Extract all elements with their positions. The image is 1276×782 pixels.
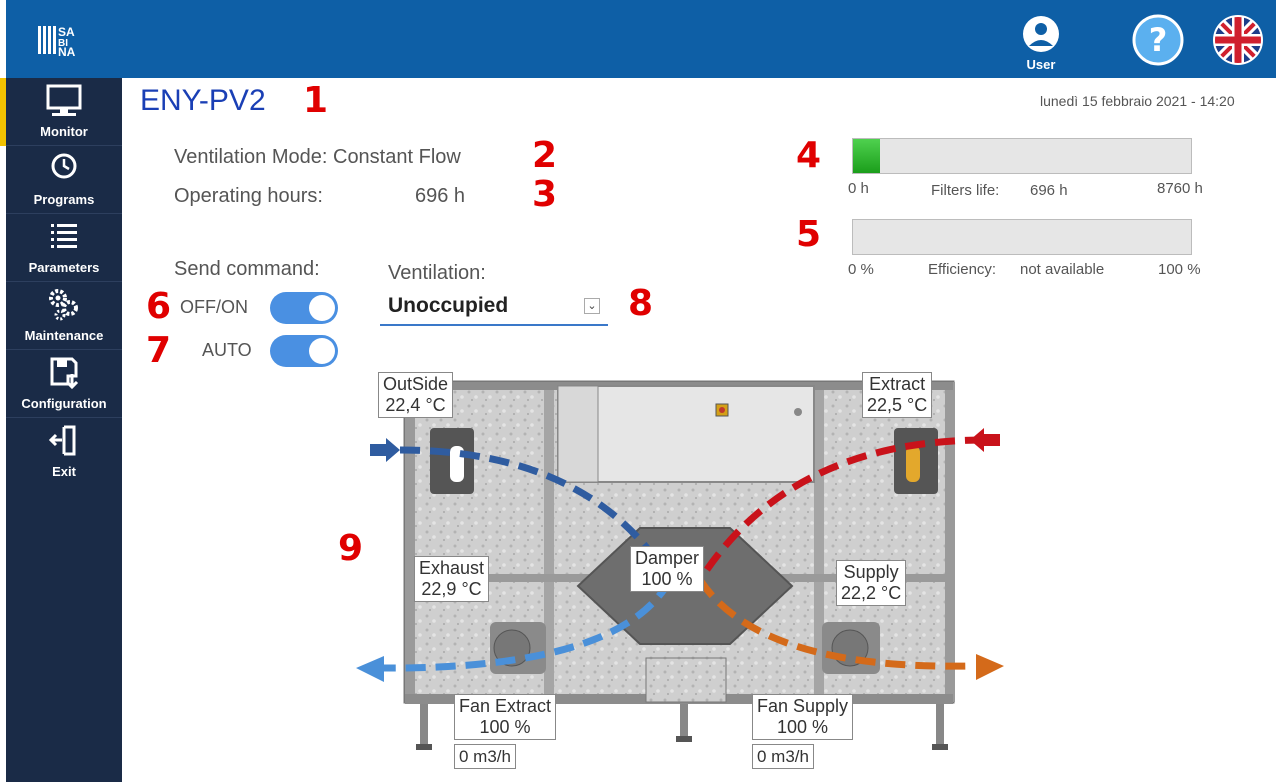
datetime-label: lunedì 15 febbraio 2021 - 14:20 [1040, 93, 1235, 109]
toggle-knob [309, 338, 335, 364]
extract-name: Extract [869, 374, 926, 394]
outside-temperature-tag: OutSide 22,4 °C [378, 372, 454, 418]
help-icon: ? [1132, 14, 1184, 66]
efficiency-value: not available [1020, 261, 1105, 278]
gears-icon [49, 289, 78, 321]
exit-icon [48, 425, 76, 456]
svg-text:SA: SA [58, 25, 75, 39]
off-on-toggle[interactable] [270, 292, 338, 324]
user-icon [1023, 16, 1059, 52]
fan-supply-flow-tag: 0 m3/h [752, 744, 814, 769]
ventilation-mode-label: Ventilation Mode: Constant Flow [174, 146, 461, 168]
operating-hours-value: 696 h [415, 185, 466, 207]
send-command-label: Send command: [174, 258, 320, 280]
outside-value: 22,4 °C [385, 395, 446, 415]
fan-supply-flow: 0 m3/h [757, 747, 809, 766]
annotation-7: 7 [146, 330, 172, 371]
off-on-label: OFF/ON [180, 297, 248, 317]
filters-value: 696 h [1030, 182, 1068, 199]
efficiency-min-label: 0 % [848, 261, 874, 278]
fan-supply-name: Fan Supply [757, 696, 849, 716]
fan-extract-flow: 0 m3/h [459, 747, 511, 766]
annotation-1: 1 [303, 80, 329, 121]
outside-name: OutSide [383, 374, 449, 394]
filters-life-fill [853, 139, 880, 173]
annotation-5: 5 [796, 214, 822, 255]
ventilation-select[interactable]: Unoccupied ⌄ [380, 288, 608, 326]
extract-temperature-tag: Extract 22,5 °C [862, 372, 933, 418]
ventilation-select-value: Unoccupied [388, 294, 509, 317]
annotation-4: 4 [796, 135, 822, 176]
fan-extract-flow-tag: 0 m3/h [454, 744, 516, 769]
fan-supply-value: 100 % [777, 717, 829, 737]
sidebar-item-exit[interactable]: Exit [6, 418, 122, 486]
efficiency-max-label: 100 % [1158, 261, 1201, 278]
damper-tag: Damper 100 % [630, 546, 705, 592]
auto-label: AUTO [202, 340, 252, 360]
auto-toggle[interactable] [270, 335, 338, 367]
monitor-icon [46, 84, 82, 116]
supply-name: Supply [843, 562, 899, 582]
supply-value: 22,2 °C [841, 583, 902, 603]
filters-life-bar [852, 138, 1192, 174]
save-config-icon [50, 357, 79, 390]
toggle-knob [309, 295, 335, 321]
damper-name: Damper [635, 548, 700, 568]
list-icon [51, 224, 77, 248]
supply-temperature-tag: Supply 22,2 °C [836, 560, 907, 606]
svg-text:?: ? [1149, 21, 1168, 59]
annotation-3: 3 [532, 174, 558, 215]
sidebar-item-configuration[interactable]: Configuration [6, 350, 122, 418]
chevron-down-icon: ⌄ [584, 298, 600, 314]
efficiency-bar [852, 219, 1192, 255]
exhaust-name: Exhaust [419, 558, 485, 578]
filters-caption: Filters life: [931, 182, 1000, 199]
ventilation-unit-diagram: OutSide 22,4 °C Extract 22,5 °C Exhaust … [340, 360, 1020, 782]
help-button[interactable]: ? [1132, 14, 1184, 66]
user-button[interactable]: User [1018, 14, 1064, 74]
filters-max-label: 8760 h [1157, 180, 1203, 197]
sabiana-logo: SA BI NA [38, 25, 76, 58]
ventilation-label: Ventilation: [388, 262, 486, 284]
uk-flag-icon [1213, 15, 1263, 65]
sidebar-item-label: Configuration [21, 396, 107, 411]
sidebar-item-label: Parameters [28, 260, 100, 275]
exhaust-temperature-tag: Exhaust 22,9 °C [414, 556, 490, 602]
sidebar-item-label: Exit [52, 464, 76, 479]
annotation-8: 8 [628, 283, 654, 324]
sidebar-item-label: Monitor [40, 124, 88, 139]
damper-value: 100 % [641, 569, 693, 589]
page-title: ENY-PV2 [140, 84, 266, 117]
fan-extract-tag: Fan Extract 100 % [454, 694, 557, 740]
efficiency-caption: Efficiency: [928, 261, 997, 278]
exhaust-value: 22,9 °C [421, 579, 482, 599]
sidebar-item-label: Maintenance [24, 328, 104, 343]
sidebar-item-label: Programs [33, 192, 95, 207]
filters-min-label: 0 h [848, 180, 869, 197]
annotation-6: 6 [146, 286, 172, 327]
sidebar-item-parameters[interactable]: Parameters [6, 214, 122, 282]
svg-text:NA: NA [58, 45, 76, 58]
annotation-2: 2 [532, 135, 558, 176]
fan-extract-value: 100 % [479, 717, 531, 737]
fan-extract-name: Fan Extract [459, 696, 552, 716]
sidebar: Monitor Programs Parameters Maintenance [0, 78, 122, 782]
sidebar-item-programs[interactable]: Programs [6, 146, 122, 214]
sidebar-item-monitor[interactable]: Monitor [0, 78, 122, 146]
operating-hours-label: Operating hours: [174, 185, 323, 207]
top-bar: SA BI NA User ? [0, 0, 1276, 782]
language-button[interactable] [1212, 14, 1264, 66]
fan-supply-tag: Fan Supply 100 % [752, 694, 854, 740]
clock-icon [51, 153, 77, 179]
user-label: User [1026, 57, 1056, 72]
extract-value: 22,5 °C [867, 395, 928, 415]
sidebar-item-maintenance[interactable]: Maintenance [6, 282, 122, 350]
